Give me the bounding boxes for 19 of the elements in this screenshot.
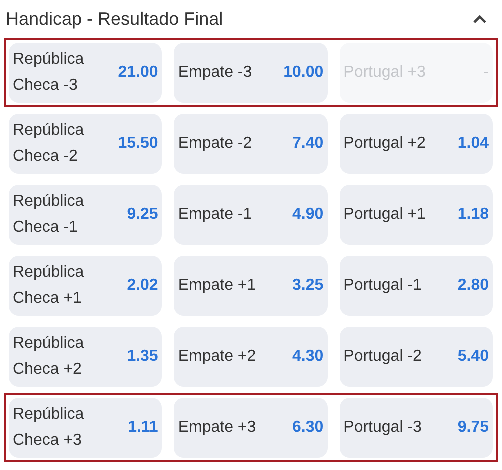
section-title: Handicap - Resultado Final xyxy=(6,8,224,31)
odds-button[interactable]: Portugal -3 9.75 xyxy=(340,398,493,458)
odds-button[interactable]: República Checa +2 1.35 xyxy=(9,326,162,386)
chevron-up-icon xyxy=(473,14,487,24)
odds-button[interactable]: Empate +1 3.25 xyxy=(174,256,328,316)
odds-button[interactable]: Portugal -2 5.40 xyxy=(340,326,493,386)
odds-button[interactable]: República Checa +1 2.02 xyxy=(9,256,162,316)
odds-button[interactable]: Empate -3 10.00 xyxy=(174,42,328,102)
odds-button[interactable]: Portugal +2 1.04 xyxy=(340,114,493,174)
odds-button[interactable]: República Checa -3 21.00 xyxy=(9,42,162,102)
odds-button[interactable]: Portugal -1 2.80 xyxy=(340,256,493,316)
odds-button[interactable]: Empate +2 4.30 xyxy=(174,326,328,386)
odds-button[interactable]: República Checa -2 15.50 xyxy=(9,114,162,174)
odds-button[interactable]: Empate -1 4.90 xyxy=(174,184,328,244)
odds-button[interactable]: Portugal +1 1.18 xyxy=(340,184,493,244)
odds-button[interactable]: República Checa +3 1.11 xyxy=(9,398,162,458)
odds-button[interactable]: República Checa -1 9.25 xyxy=(9,184,162,244)
odds-button[interactable]: Empate -2 7.40 xyxy=(174,114,328,174)
odds-button[interactable]: Empate +3 6.30 xyxy=(174,398,328,458)
